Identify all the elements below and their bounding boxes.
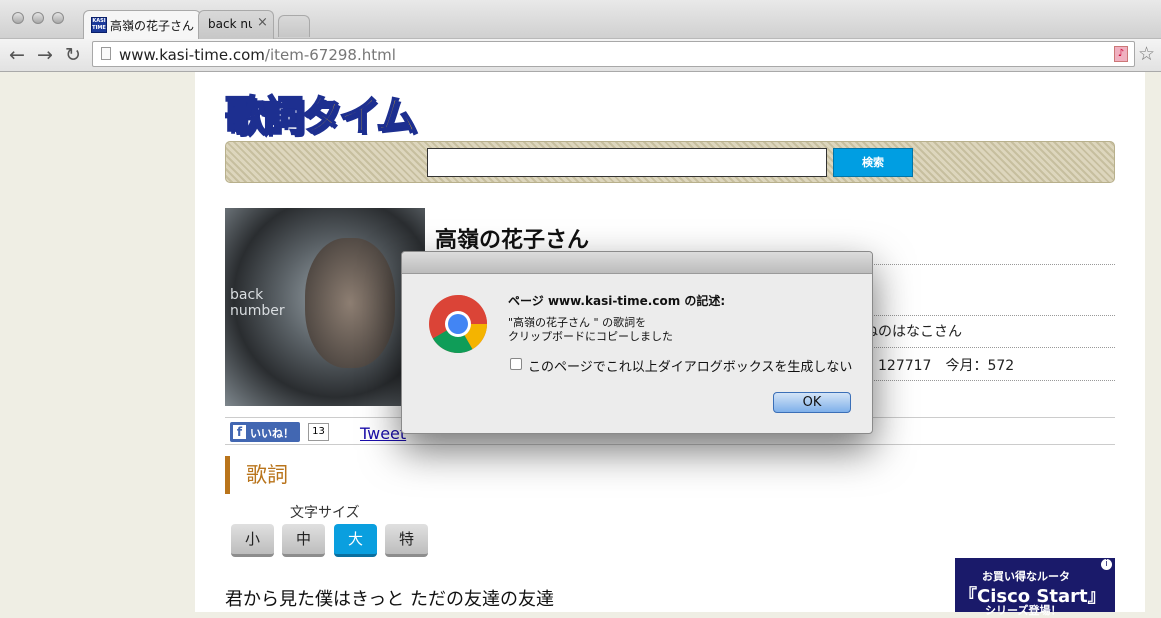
search-input[interactable] — [427, 148, 827, 177]
ok-button[interactable]: OK — [773, 392, 851, 413]
dialog-titlebar — [402, 252, 872, 274]
font-size-medium-button[interactable]: 中 — [282, 524, 325, 557]
dialog-message-line1: "高嶺の花子さん " の歌詞を — [508, 316, 647, 329]
close-window-button[interactable] — [12, 12, 24, 24]
tab-label: back nu — [208, 17, 252, 31]
photo-caption: back number — [230, 287, 285, 319]
close-tab-icon[interactable]: × — [257, 15, 268, 30]
suppress-dialog-label[interactable]: このページでこれ以上ダイアログボックスを生成しない — [528, 356, 852, 375]
font-size-extra-button[interactable]: 特 — [385, 524, 428, 557]
tab-label: 高嶺の花子さん — [110, 19, 195, 33]
font-size-small-button[interactable]: 小 — [231, 524, 274, 557]
tab-active[interactable]: KASI TIME 高嶺の花子さん — [83, 10, 201, 39]
tweet-link[interactable]: Tweet — [360, 424, 406, 443]
minimize-window-button[interactable] — [32, 12, 44, 24]
back-arrow-icon[interactable]: ← — [6, 44, 28, 66]
browser-toolbar: ← → ↻ www.kasi-time.com/item-67298.html … — [0, 39, 1161, 72]
alert-dialog: ページ www.kasi-time.com の記述: "高嶺の花子さん " の歌… — [401, 251, 873, 434]
cisco-ad-banner[interactable]: お買い得なルータ 『Cisco Start』 シリーズ登場！ i — [955, 558, 1115, 617]
new-tab-button[interactable] — [278, 15, 310, 37]
url-path: /item-67298.html — [264, 46, 396, 64]
ad-info-icon[interactable]: i — [1101, 559, 1112, 570]
dialog-message-line2: クリップボードにコピーしました — [508, 330, 673, 343]
bookmark-star-icon[interactable]: ☆ — [1138, 43, 1155, 65]
page-icon — [101, 47, 111, 60]
dialog-header: ページ www.kasi-time.com の記述: — [508, 294, 726, 308]
divider — [225, 444, 1115, 445]
artist-photo: back number — [225, 208, 425, 406]
photo-caption-line1: back — [230, 287, 264, 303]
ad-line3: シリーズ登場！ — [985, 604, 1062, 617]
suppress-dialog-checkbox[interactable] — [510, 358, 522, 370]
search-button[interactable]: 検索 — [833, 148, 913, 177]
site-favicon: KASI TIME — [91, 17, 107, 33]
search-bar: 検索 — [225, 141, 1115, 183]
url-text: www.kasi-time.com/item-67298.html — [119, 46, 396, 64]
font-size-large-button[interactable]: 大 — [334, 524, 377, 557]
lyrics-heading: 歌詞 — [225, 456, 288, 494]
reload-icon[interactable]: ↻ — [62, 44, 84, 66]
facebook-like-button[interactable]: f いいね！ — [230, 422, 300, 442]
chrome-logo-icon — [428, 294, 488, 354]
tab-inactive[interactable]: back nu × — [198, 10, 274, 39]
song-title: 高嶺の花子さん — [435, 228, 590, 253]
lyrics-first-line: 君から見た僕はきっと ただの友達の友達 — [225, 589, 554, 610]
address-bar[interactable]: www.kasi-time.com/item-67298.html ♪ — [92, 41, 1135, 67]
forward-arrow-icon[interactable]: → — [34, 44, 56, 66]
extension-icon[interactable]: ♪ — [1114, 46, 1128, 62]
like-count: 13 — [308, 423, 329, 441]
zoom-window-button[interactable] — [52, 12, 64, 24]
photo-caption-line2: number — [230, 303, 285, 319]
font-size-label: 文字サイズ — [290, 505, 360, 521]
url-host: www.kasi-time.com — [119, 46, 265, 64]
site-logo[interactable]: 歌詞タイム — [224, 82, 418, 142]
like-label: いいね！ — [250, 427, 294, 440]
view-stats: 計：127717 今月：572 — [850, 358, 1015, 374]
tab-strip: KASI TIME 高嶺の花子さん back nu × — [0, 0, 1161, 39]
facebook-icon: f — [233, 425, 246, 439]
